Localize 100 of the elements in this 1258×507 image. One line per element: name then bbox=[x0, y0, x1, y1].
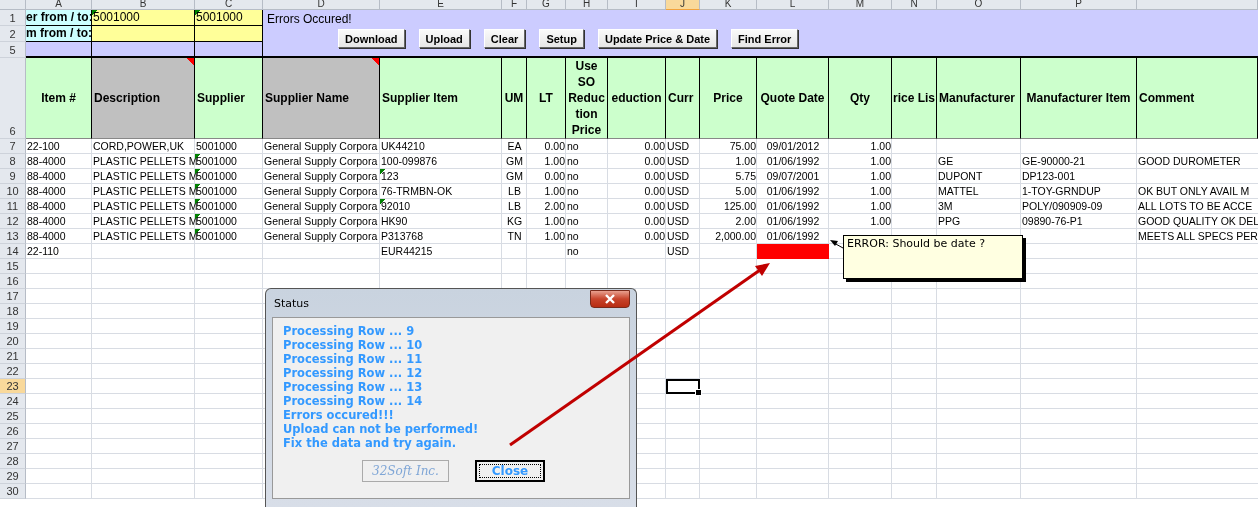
row-header[interactable]: 14 bbox=[0, 244, 26, 259]
table-cell-text: DUPONT bbox=[937, 169, 984, 184]
column-header[interactable]: K bbox=[700, 0, 757, 10]
input-cell[interactable] bbox=[92, 26, 195, 42]
table-cell-text: 88-4000 bbox=[26, 169, 67, 184]
row-header[interactable]: 10 bbox=[0, 184, 26, 199]
table-cell-text: 100-099876 bbox=[380, 154, 439, 169]
table-cell-text: 0.00 bbox=[643, 214, 666, 229]
row-header[interactable]: 12 bbox=[0, 214, 26, 229]
row-header[interactable]: 29 bbox=[0, 469, 26, 484]
row-header[interactable]: 6 bbox=[0, 58, 26, 139]
table-cell-text: 0.00 bbox=[543, 169, 566, 184]
row-header[interactable]: 17 bbox=[0, 289, 26, 304]
column-heading: Quote Date bbox=[757, 58, 829, 139]
table-cell-text: no bbox=[566, 169, 580, 184]
column-header[interactable]: G bbox=[527, 0, 566, 10]
selected-cell[interactable] bbox=[666, 379, 700, 394]
row-header[interactable]: 19 bbox=[0, 319, 26, 334]
fill-handle[interactable] bbox=[695, 389, 702, 396]
table-cell-text: 22-110 bbox=[26, 244, 60, 259]
column-header[interactable]: N bbox=[892, 0, 937, 10]
table-cell-text: 0.00 bbox=[643, 154, 666, 169]
row-header[interactable]: 23 bbox=[0, 379, 26, 394]
table-cell-text: 09/07/2001 bbox=[765, 169, 821, 184]
column-heading: Supplier Name bbox=[263, 58, 380, 139]
leader-line bbox=[830, 240, 844, 249]
row-header[interactable]: 25 bbox=[0, 409, 26, 424]
row-header[interactable]: 20 bbox=[0, 334, 26, 349]
table-cell-text: 09890-76-P1 bbox=[1021, 214, 1084, 229]
row-header[interactable]: 1 bbox=[0, 10, 26, 26]
close-button[interactable] bbox=[590, 290, 630, 308]
column-header[interactable]: O bbox=[937, 0, 1021, 10]
dialog-title: Status bbox=[274, 297, 310, 310]
table-cell-text: GE-90000-21 bbox=[1021, 154, 1087, 169]
row-header[interactable]: 21 bbox=[0, 349, 26, 364]
row-header[interactable]: 30 bbox=[0, 484, 26, 499]
row-header[interactable]: 27 bbox=[0, 439, 26, 454]
table-cell-text: 1.00 bbox=[734, 154, 757, 169]
table-cell-text: 01/06/1992 bbox=[765, 154, 821, 169]
table-cell-text: 0.00 bbox=[643, 139, 666, 154]
column-header[interactable]: I bbox=[608, 0, 666, 10]
column-header[interactable]: J bbox=[666, 0, 700, 10]
column-heading: Description bbox=[92, 58, 195, 139]
row-header[interactable]: 26 bbox=[0, 424, 26, 439]
table-cell-text: 76-TRMBN-OK bbox=[380, 184, 454, 199]
row-header[interactable]: 18 bbox=[0, 304, 26, 319]
column-heading: eduction bbox=[608, 58, 666, 139]
row-header[interactable]: 7 bbox=[0, 139, 26, 154]
row-header[interactable]: 24 bbox=[0, 394, 26, 409]
table-cell: MEETS ALL SPECS PER bbox=[1137, 229, 1258, 244]
table-cell-text: 75.00 bbox=[728, 139, 757, 154]
filter-label: m from / to: bbox=[26, 26, 92, 42]
table-cell-text: HK90 bbox=[380, 214, 409, 229]
toolbar-button[interactable]: Update Price & Date bbox=[597, 29, 718, 48]
row-header[interactable]: 5 bbox=[0, 42, 26, 58]
table-cell-text: 01/06/1992 bbox=[765, 199, 821, 214]
column-header[interactable]: F bbox=[502, 0, 527, 10]
row-header[interactable]: 28 bbox=[0, 454, 26, 469]
column-heading: Use SO Reduc tion Price bbox=[566, 58, 608, 139]
toolbar-button[interactable]: Download bbox=[338, 29, 405, 48]
toolbar-button[interactable]: Upload bbox=[418, 29, 470, 48]
input-cell[interactable]: 5001000 bbox=[92, 10, 195, 26]
row-header[interactable]: 8 bbox=[0, 154, 26, 169]
column-header[interactable]: H bbox=[566, 0, 608, 10]
row-header[interactable]: 9 bbox=[0, 169, 26, 184]
table-cell-text: no bbox=[566, 184, 580, 199]
toolbar-button[interactable]: Clear bbox=[483, 29, 526, 48]
toolbar-button[interactable]: Setup bbox=[539, 29, 584, 48]
table-cell-text: 22-100 bbox=[26, 139, 61, 154]
table-cell-text: 1.00 bbox=[869, 154, 892, 169]
column-header[interactable]: E bbox=[380, 0, 502, 10]
table-cell-text: USD bbox=[666, 214, 691, 229]
row-header[interactable]: 2 bbox=[0, 26, 26, 42]
row-header[interactable]: 16 bbox=[0, 274, 26, 289]
table-cell-text: no bbox=[566, 244, 580, 259]
input-cell[interactable] bbox=[195, 26, 263, 42]
table-cell-text: 2.00 bbox=[734, 214, 757, 229]
column-header[interactable]: L bbox=[757, 0, 829, 10]
table-cell-text: USD bbox=[666, 184, 691, 199]
column-header[interactable]: M bbox=[829, 0, 892, 10]
column-header[interactable]: B bbox=[92, 0, 195, 10]
table-cell-text: no bbox=[566, 154, 580, 169]
row-header[interactable]: 22 bbox=[0, 364, 26, 379]
column-heading: Manufacturer Item bbox=[1021, 58, 1137, 139]
row-header[interactable]: 13 bbox=[0, 229, 26, 244]
column-header[interactable]: A bbox=[26, 0, 92, 10]
table-cell-text: General Supply Corpora bbox=[263, 154, 379, 169]
table-cell-text: 3M bbox=[937, 199, 954, 214]
table-cell-text: 1.00 bbox=[869, 139, 892, 154]
toolbar-button[interactable]: Find Error bbox=[731, 29, 799, 48]
table-cell-text: UK44210 bbox=[380, 139, 426, 154]
table-cell-text: 1.00 bbox=[543, 184, 566, 199]
column-header[interactable]: P bbox=[1021, 0, 1137, 10]
row-header[interactable]: 11 bbox=[0, 199, 26, 214]
column-header[interactable]: D bbox=[263, 0, 380, 10]
status-message: Processing Row ... 14 bbox=[283, 394, 424, 408]
column-header[interactable]: C bbox=[195, 0, 263, 10]
table-cell-text: 0.00 bbox=[643, 199, 666, 214]
input-cell[interactable]: 5001000 bbox=[195, 10, 263, 26]
row-header[interactable]: 15 bbox=[0, 259, 26, 274]
